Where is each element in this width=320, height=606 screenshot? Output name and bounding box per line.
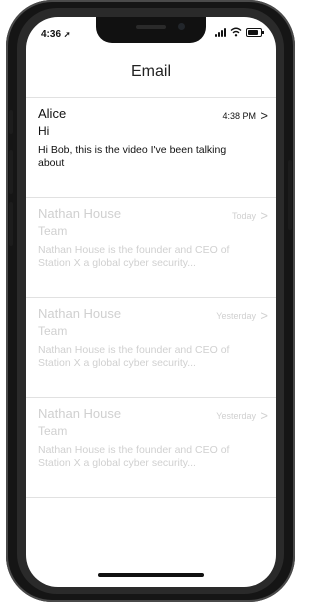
signal-icon [215,27,226,37]
chevron-right-icon: > [260,308,268,323]
chevron-right-icon: > [260,108,268,123]
wifi-icon [230,27,242,37]
email-subject: Team [38,424,68,438]
email-row[interactable]: Nathan House Team Nathan House is the fo… [26,198,276,298]
home-indicator[interactable] [98,573,204,577]
email-row[interactable]: Nathan House Team Nathan House is the fo… [26,398,276,498]
email-list: Alice Hi Hi Bob, this is the video I've … [26,98,276,498]
email-time: Yesterday [216,411,256,421]
notch [96,17,206,43]
chevron-right-icon: > [260,408,268,423]
email-time: 4:38 PM [222,111,256,121]
page-title: Email [130,63,171,80]
screen: 4:36 ➚ Email Alice Hi Hi Bob, this is th… [26,17,276,587]
email-preview: Hi Bob, this is the video I've been talk… [38,144,227,169]
status-indicators [215,27,264,37]
volume-up-button [9,150,13,194]
status-time-text: 4:36 [41,29,62,40]
email-preview: Nathan House is the founder and CEO of S… [38,444,230,469]
email-time: Today [231,211,256,221]
email-preview: Nathan House is the founder and CEO of S… [38,244,230,269]
email-preview: Nathan House is the founder and CEO of S… [38,344,230,369]
front-camera [178,23,185,30]
chevron-right-icon: > [260,208,268,223]
email-row[interactable]: Nathan House Team Nathan House is the fo… [26,298,276,398]
volume-down-button [9,202,13,246]
phone-frame: 4:36 ➚ Email Alice Hi Hi Bob, this is th… [6,0,295,602]
battery-level [248,29,259,35]
email-subject: Team [38,324,68,338]
location-arrow-icon: ➚ [63,30,71,39]
email-row[interactable]: Alice Hi Hi Bob, this is the video I've … [26,98,276,198]
mute-switch [9,110,13,134]
email-time: Yesterday [216,311,256,321]
email-subject: Hi [38,124,50,138]
speaker-grille [136,25,166,29]
email-subject: Team [38,224,68,238]
battery-icon [246,27,264,37]
status-time: 4:36 ➚ [41,29,71,40]
power-button [288,160,292,230]
